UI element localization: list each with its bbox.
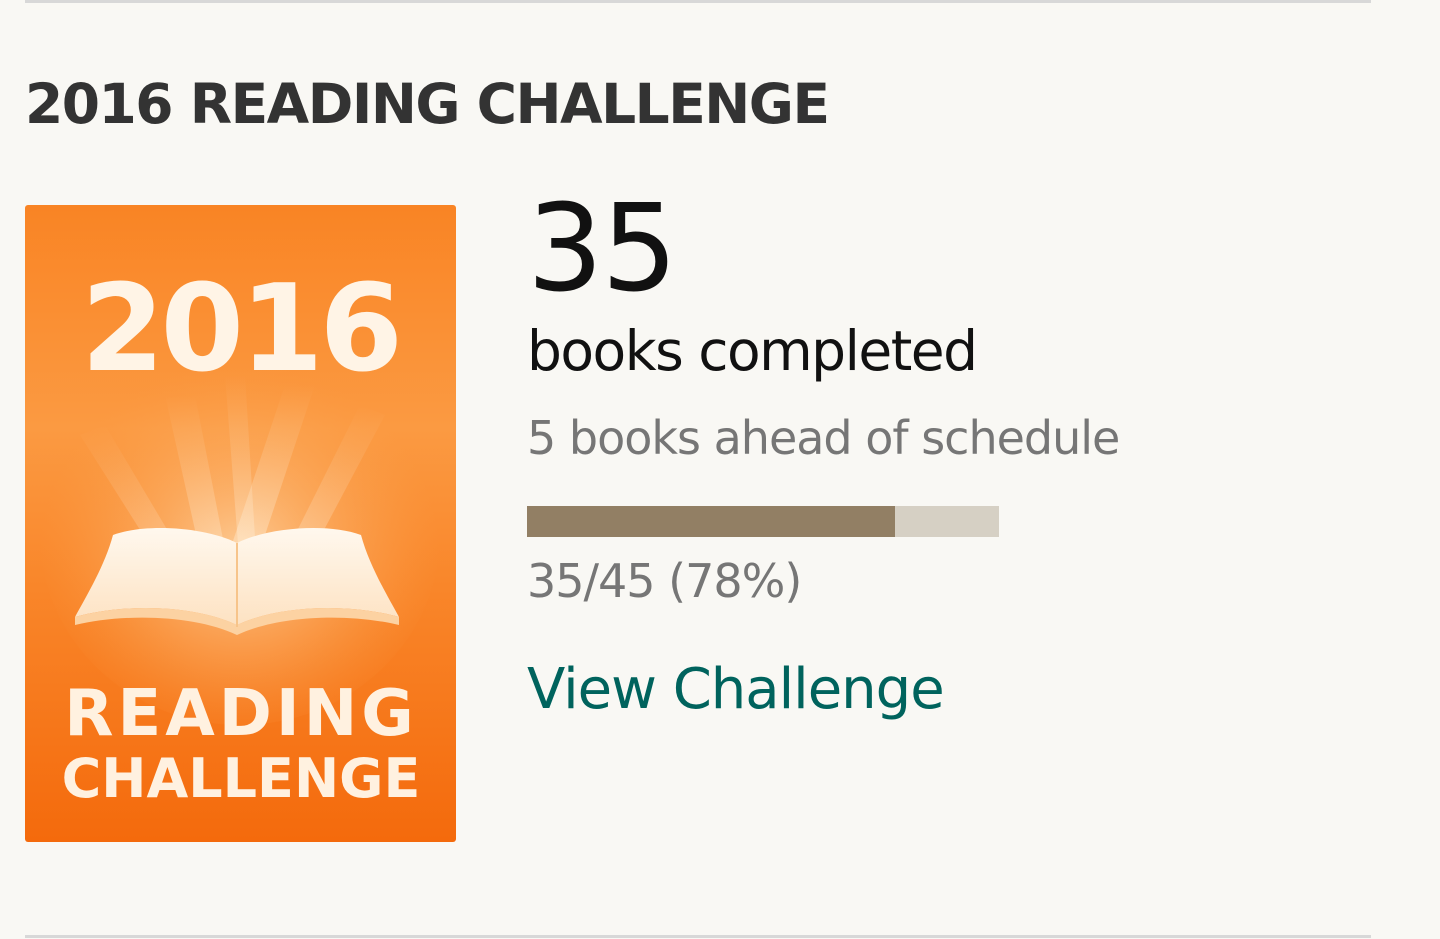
books-completed-label: books completed	[527, 319, 978, 383]
progress-bar-fill	[527, 506, 896, 537]
badge-year: 2016	[81, 260, 399, 399]
progress-bar	[527, 506, 999, 537]
view-challenge-link[interactable]: View Challenge	[527, 662, 945, 718]
books-completed-count: 35	[527, 180, 678, 319]
challenge-badge[interactable]: 2016 READING CHALLENGE	[25, 205, 456, 842]
section-heading: 2016 READING CHALLENGE	[25, 72, 830, 136]
reading-challenge-widget: 2016 READING CHALLENGE 2016 READING CHAL…	[0, 0, 1440, 939]
schedule-status: 5 books ahead of schedule	[527, 411, 1120, 465]
badge-line-reading: READING	[64, 677, 418, 751]
progress-text: 35/45 (78%)	[527, 554, 802, 608]
badge-artwork: 2016 READING CHALLENGE	[25, 205, 456, 842]
top-divider	[25, 0, 1371, 3]
bottom-divider	[25, 935, 1371, 938]
badge-line-challenge: CHALLENGE	[62, 747, 421, 810]
